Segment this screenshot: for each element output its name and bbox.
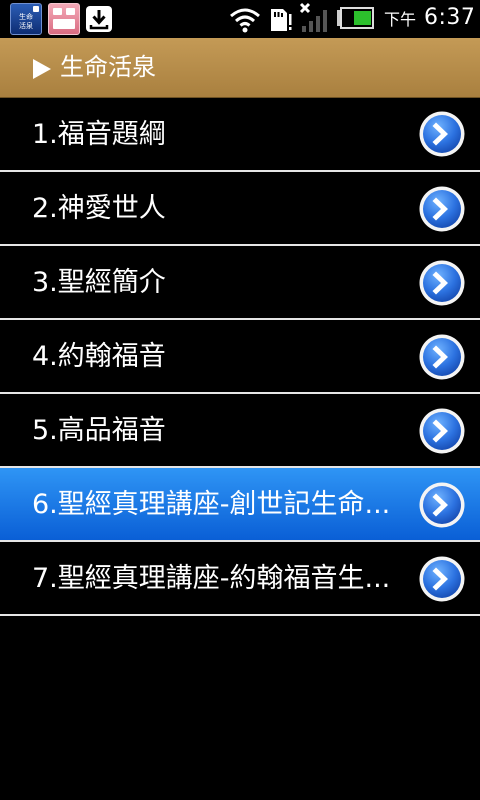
list-item[interactable]: 2.神愛世人 xyxy=(0,172,480,246)
status-bar: 生命 活泉 下午 6:37 xyxy=(0,0,480,38)
list-item-label: 7.聖經真理講座-約翰福音生... xyxy=(32,563,391,594)
list-item-label: 1.福音題綱 xyxy=(32,119,166,150)
speaker-icon xyxy=(33,6,39,12)
sd-card-icon xyxy=(271,9,292,31)
clock: 6:37 xyxy=(424,5,476,30)
wifi-icon xyxy=(230,8,260,33)
list-item-label: 2.神愛世人 xyxy=(32,193,166,224)
chevron-right-icon[interactable] xyxy=(418,555,466,603)
title-bar: 生命活泉 xyxy=(0,38,480,98)
chevron-right-icon[interactable] xyxy=(418,407,466,455)
list-item[interactable]: 3.聖經簡介 xyxy=(0,246,480,320)
list-item[interactable]: 6.聖經真理講座-創世記生命... xyxy=(0,468,480,542)
chevron-right-icon[interactable] xyxy=(418,481,466,529)
battery-icon xyxy=(337,7,374,29)
list-item-label: 6.聖經真理講座-創世記生命... xyxy=(32,489,391,520)
signal-icon xyxy=(299,2,327,32)
chevron-right-icon[interactable] xyxy=(418,259,466,307)
app-notification-icon[interactable]: 生命 活泉 xyxy=(10,3,42,35)
chevron-right-icon[interactable] xyxy=(418,110,466,158)
list-item[interactable]: 5.高品福音 xyxy=(0,394,480,468)
download-icon[interactable] xyxy=(86,6,112,32)
menu-list: 1.福音題綱 2.神愛世人 3.聖經簡介 4.約翰福音 5.高品福音 6.聖經真… xyxy=(0,98,480,616)
gift-notification-icon[interactable] xyxy=(48,3,80,35)
chevron-right-icon[interactable] xyxy=(418,185,466,233)
chevron-right-icon[interactable] xyxy=(418,333,466,381)
play-arrow-icon xyxy=(33,59,51,79)
list-item-label: 3.聖經簡介 xyxy=(32,267,166,298)
list-item-label: 5.高品福音 xyxy=(32,415,166,446)
list-item[interactable]: 4.約翰福音 xyxy=(0,320,480,394)
page-title: 生命活泉 xyxy=(60,53,156,81)
list-item[interactable]: 7.聖經真理講座-約翰福音生... xyxy=(0,542,480,616)
list-item[interactable]: 1.福音題綱 xyxy=(0,98,480,172)
app-screen: 生命 活泉 下午 6:37 生命活泉 1.福音題綱 2.神愛世人 3.聖經簡介 … xyxy=(0,0,480,800)
time-period: 下午 xyxy=(384,10,417,29)
app-notification-label: 生命 活泉 xyxy=(19,13,33,30)
list-item-label: 4.約翰福音 xyxy=(32,341,166,372)
